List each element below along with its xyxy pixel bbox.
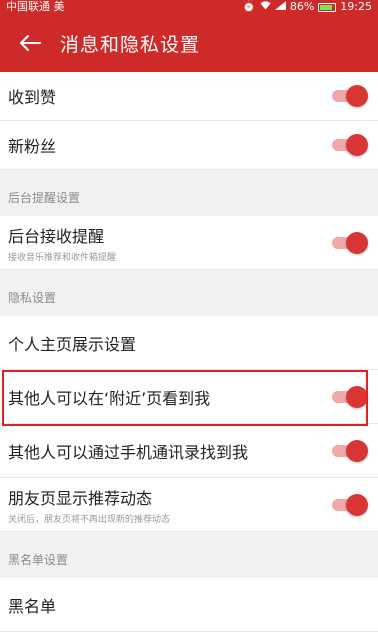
wifi-icon [260,0,271,14]
setting-row-profile-display[interactable]: 个人主页展示设置 [0,316,378,370]
toggle-switch[interactable] [330,439,368,462]
toggle-switch[interactable] [330,231,368,254]
setting-label: 收到赞 [8,88,57,107]
back-button[interactable] [0,14,60,72]
carrier-extra: 美 [53,0,65,13]
carrier-name: 中国联通 [6,0,50,13]
toggle-switch[interactable] [330,134,368,156]
section-header-privacy: 隐私设置 [0,270,378,316]
setting-row-recommend-feed[interactable]: 朋友页显示推荐动态 关闭后，朋友页将不再出现新的推荐动态 [0,478,378,532]
setting-subtitle: 接收音乐推荐和收件箱提醒 [8,252,117,263]
setting-label: 黑名单 [8,596,57,616]
section-header-blacklist: 黑名单设置 [0,532,378,578]
status-time: 19:25 [340,0,372,13]
setting-label: 朋友页显示推荐动态 [8,488,153,508]
toggle-switch[interactable] [330,493,368,516]
status-right: ⏰ 86% 19:25 [242,0,372,14]
setting-label: 其他人可以在‘附近’页看到我 [8,388,211,408]
back-arrow-icon [20,35,41,51]
setting-row-blacklist[interactable]: 黑名单 [0,578,378,632]
battery-icon [318,2,337,12]
app-bar: 消息和隐私设置 [0,14,378,72]
battery-level: 86% [289,0,315,13]
settings-list: 收到赞 新粉丝 后台提醒设置 后台接收提醒 接收音乐推荐和收件箱提醒 隐私设置 … [0,72,378,632]
status-left: 中国联通 美 [6,0,65,14]
toggle-switch[interactable] [330,385,368,408]
setting-label: 个人主页展示设置 [8,334,137,354]
setting-label: 后台接收提醒 [8,226,105,246]
section-header-background: 后台提醒设置 [0,170,378,216]
setting-subtitle: 关闭后，朋友页将不再出现新的推荐动态 [8,514,171,525]
alarm-icon: ⏰ [242,0,256,13]
setting-row-new-fans[interactable]: 新粉丝 [0,121,378,170]
setting-row-background-reminder[interactable]: 后台接收提醒 接收音乐推荐和收件箱提醒 [0,216,378,270]
setting-row-likes[interactable]: 收到赞 [0,72,378,121]
setting-label: 其他人可以通过手机通讯录找到我 [8,442,249,462]
toggle-switch[interactable] [330,85,368,107]
status-bar: 中国联通 美 ⏰ 86% 19:25 [0,0,378,14]
setting-row-contacts-find[interactable]: 其他人可以通过手机通讯录找到我 [0,424,378,478]
setting-row-nearby-visible[interactable]: 其他人可以在‘附近’页看到我 [0,370,378,424]
page-title: 消息和隐私设置 [60,33,201,56]
setting-label: 新粉丝 [8,137,57,156]
signal-icon [274,0,286,14]
